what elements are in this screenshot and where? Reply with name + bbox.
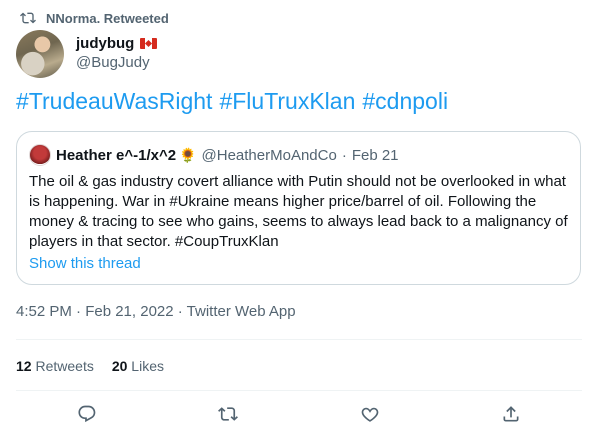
retweeted-by-label[interactable]: NNorma. Retweeted [46, 11, 169, 26]
engagement-stats: 12 Retweets 20 Likes [16, 358, 164, 374]
retweet-icon [218, 404, 239, 424]
like-button[interactable] [358, 402, 382, 426]
tweet-text: #TrudeauWasRight #FluTruxKlan #cdnpoli [16, 88, 448, 115]
hashtag-link[interactable]: #cdnpoli [362, 88, 448, 115]
share-button[interactable] [499, 402, 523, 426]
divider [16, 339, 582, 340]
reply-icon [77, 404, 97, 424]
quote-author-handle: @HeatherMoAndCo [201, 146, 337, 164]
author-display-name[interactable]: judybug [76, 35, 134, 52]
show-thread-link[interactable]: Show this thread [29, 255, 141, 272]
hashtag-link[interactable]: #FluTruxKlan [219, 88, 355, 115]
tweet-timestamp[interactable]: 4:52 PM · Feb 21, 2022 · Twitter Web App [16, 303, 296, 320]
divider [16, 390, 582, 391]
reply-button[interactable] [75, 402, 99, 426]
sunflower-emoji: 🌻 [179, 146, 197, 163]
retweeted-by-row: NNorma. Retweeted [20, 9, 169, 27]
canada-flag-icon [140, 37, 158, 49]
tweet-author: judybug @BugJudy [16, 30, 158, 78]
retweets-count: 12 [16, 358, 32, 374]
quote-separator: · [341, 146, 347, 164]
retweets-stat[interactable]: 12 Retweets [16, 358, 94, 374]
share-icon [501, 404, 521, 424]
quoted-tweet[interactable]: Heather e^-1/x^2 🌻 @HeatherMoAndCo · Feb … [16, 131, 581, 285]
likes-count: 20 [111, 358, 128, 374]
retweets-label: Retweets [35, 358, 94, 374]
quote-date: Feb 21 [351, 146, 399, 164]
retweet-icon [20, 10, 36, 26]
quote-text: The oil & gas industry covert alliance w… [29, 173, 568, 250]
action-bar [16, 402, 582, 426]
like-icon [360, 404, 380, 424]
quote-author-name: Heather e^-1/x^2 [56, 146, 177, 164]
hashtag-link[interactable]: #TrudeauWasRight [16, 88, 212, 115]
likes-label: Likes [131, 358, 164, 374]
likes-stat[interactable]: 20 Likes [112, 358, 164, 374]
avatar[interactable] [16, 30, 64, 78]
quote-avatar [29, 144, 51, 166]
retweet-button[interactable] [216, 402, 240, 426]
author-handle[interactable]: @BugJudy [76, 54, 157, 71]
